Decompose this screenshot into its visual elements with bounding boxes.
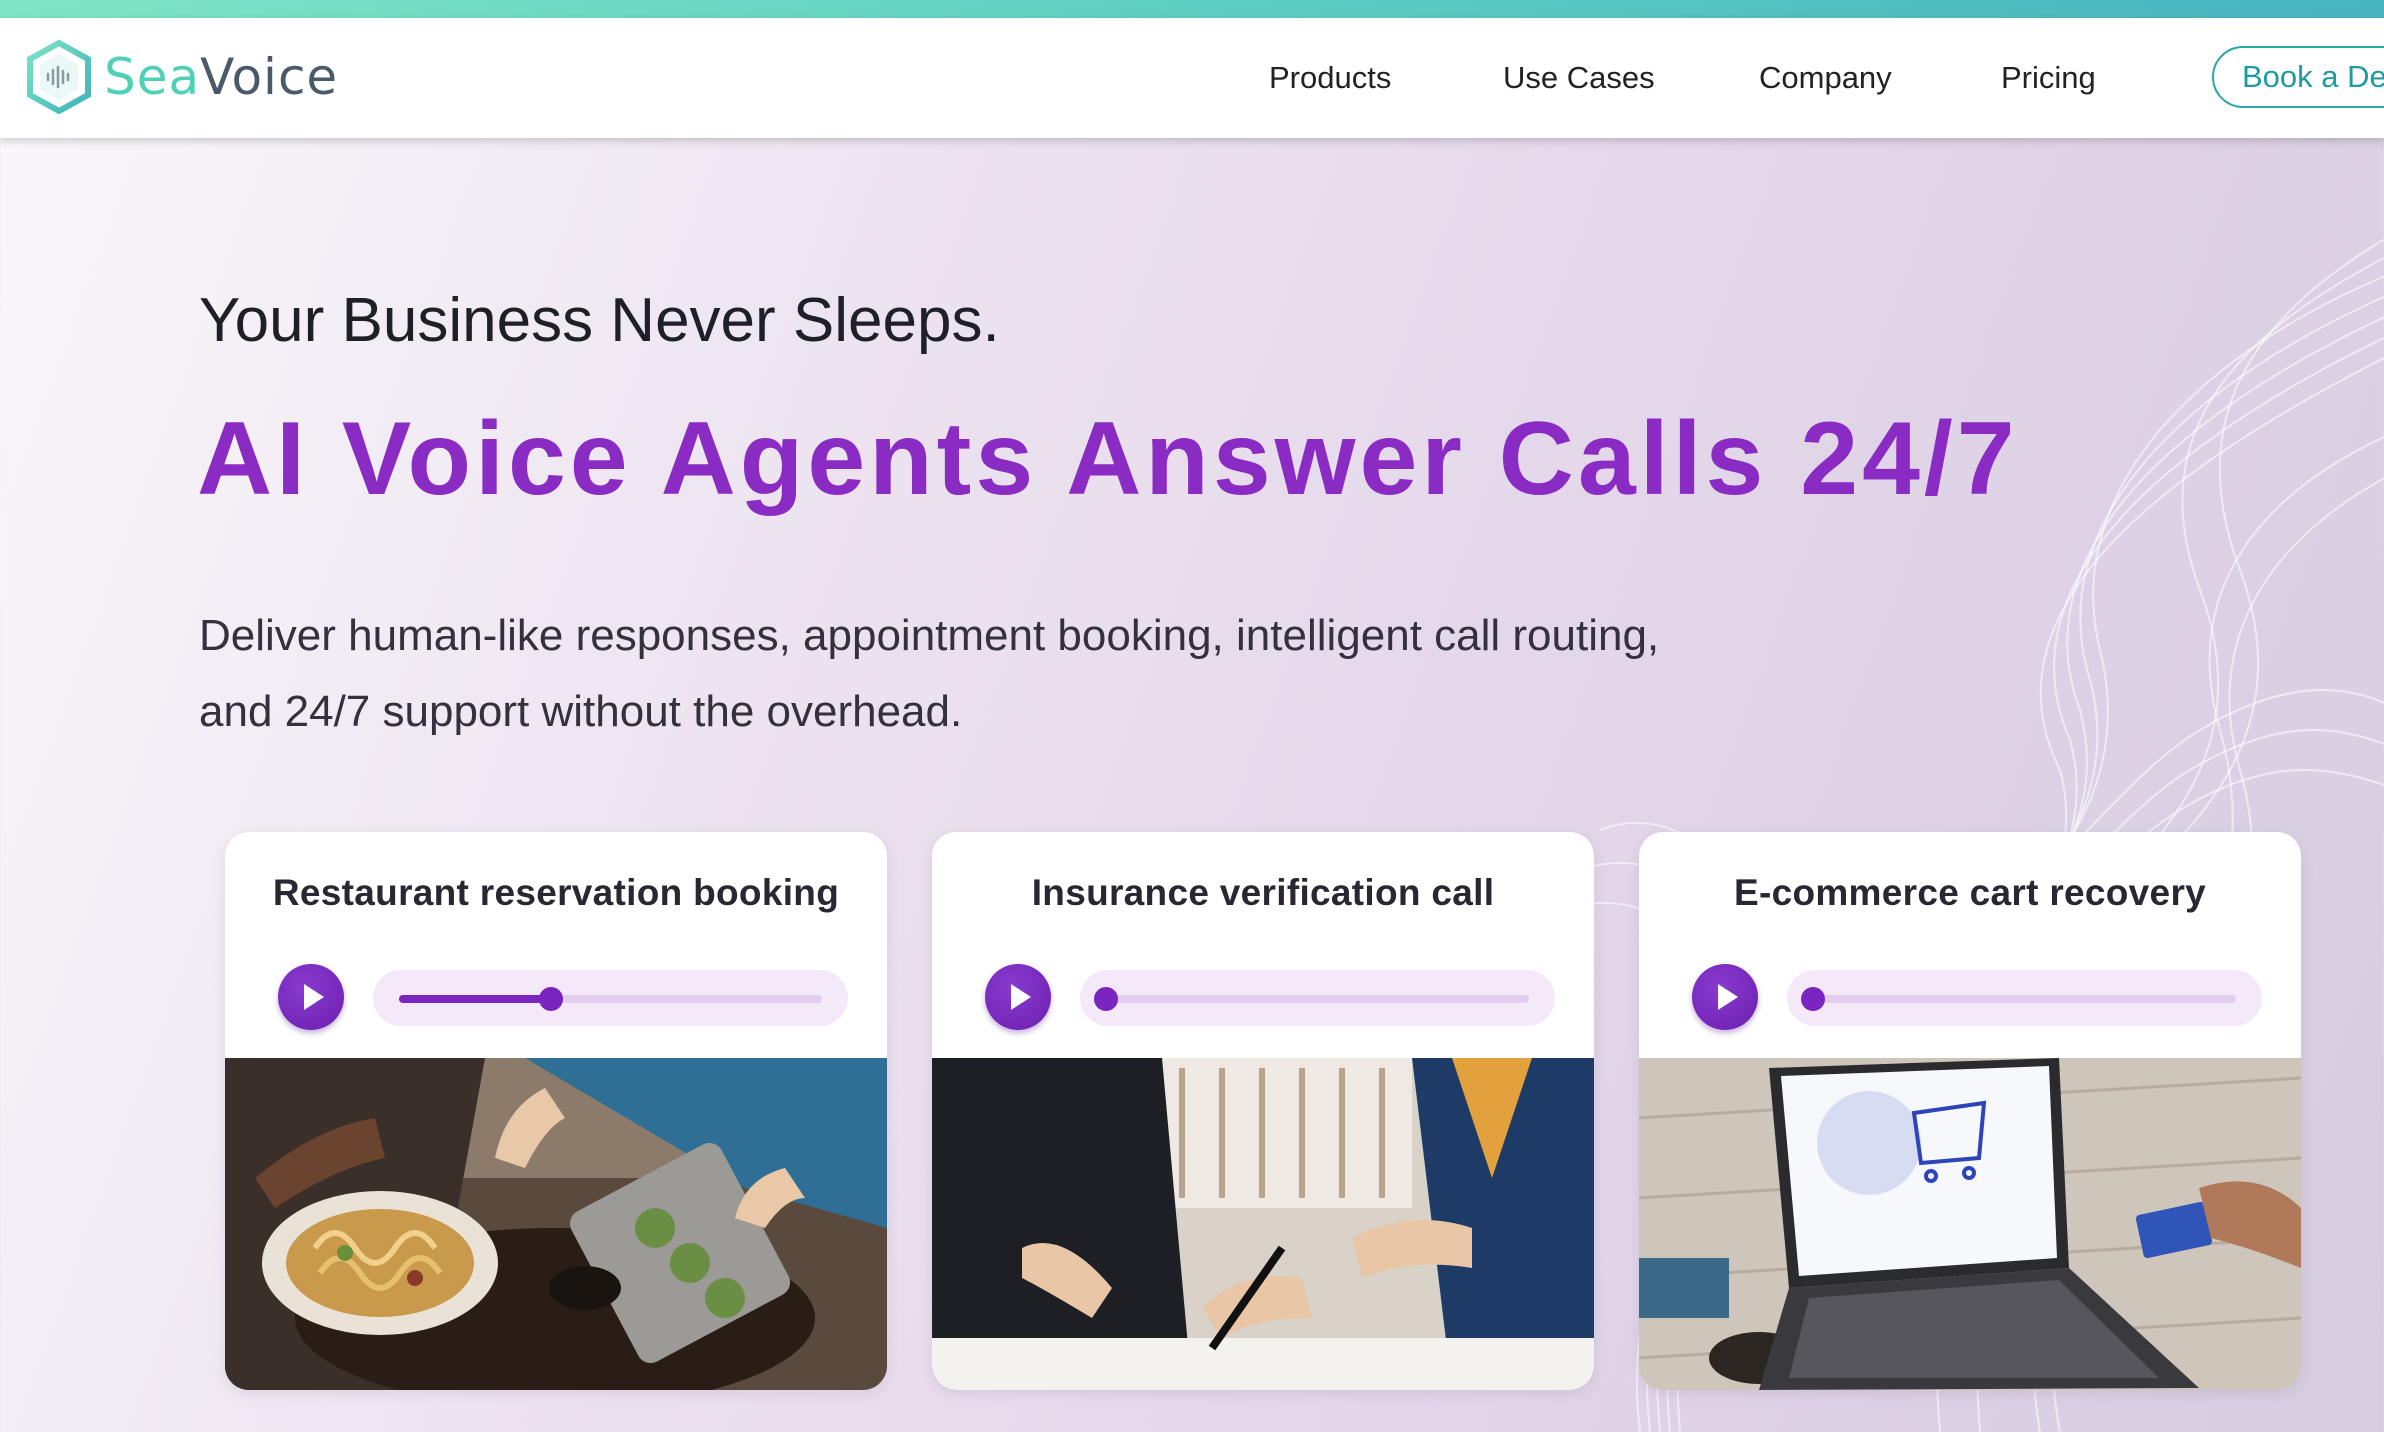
- demo-card-title: E-commerce cart recovery: [1733, 872, 2207, 913]
- brand-name: SeaVoice: [104, 48, 339, 106]
- demo-card-restaurant: Restaurant reservation booking: [225, 832, 887, 1390]
- play-button[interactable]: [985, 964, 1051, 1030]
- audio-progress-bar[interactable]: [1080, 970, 1555, 1026]
- play-button[interactable]: [278, 964, 344, 1030]
- top-accent-bar: [0, 0, 2384, 18]
- nav-item-use-cases[interactable]: Use Cases: [1503, 60, 1655, 96]
- laptop-shopping-photo: [1639, 1058, 2301, 1390]
- hero-description-line-2: and 24/7 support without the overhead.: [199, 687, 963, 736]
- hero-description: Deliver human-like responses, appointmen…: [199, 598, 1799, 750]
- demo-card-ecommerce: E-commerce cart recovery: [1639, 832, 2301, 1390]
- hero-headline: AI Voice Agents Answer Calls 24/7: [197, 401, 2019, 517]
- play-icon: [304, 984, 324, 1010]
- restaurant-dining-photo: [225, 1058, 887, 1390]
- logo[interactable]: SeaVoice: [26, 40, 338, 114]
- nav-item-company[interactable]: Company: [1759, 60, 1892, 96]
- audio-scrubber-handle[interactable]: [539, 987, 564, 1011]
- audio-progress-fill: [399, 995, 552, 1003]
- audio-progress-bar[interactable]: [1787, 970, 2262, 1026]
- seavoice-logo-icon: [27, 40, 91, 114]
- hero-eyebrow: Your Business Never Sleeps.: [199, 286, 1000, 355]
- audio-progress-bar[interactable]: [373, 970, 848, 1026]
- book-demo-button[interactable]: Book a Demo: [2212, 46, 2384, 108]
- play-button[interactable]: [1692, 964, 1758, 1030]
- document-signing-photo: [932, 1058, 1594, 1390]
- nav-item-pricing[interactable]: Pricing: [2001, 60, 2096, 96]
- demo-card-title: Restaurant reservation booking: [272, 872, 840, 913]
- play-icon: [1011, 984, 1031, 1010]
- audio-scrubber-handle[interactable]: [1801, 987, 1825, 1011]
- nav-item-products[interactable]: Products: [1269, 60, 1391, 96]
- play-icon: [1718, 984, 1738, 1010]
- hero-description-line-1: Deliver human-like responses, appointmen…: [199, 611, 1660, 660]
- site-header: SeaVoice Products Use Cases Company Pric…: [0, 18, 2384, 138]
- demo-card-insurance: Insurance verification call: [932, 832, 1594, 1390]
- audio-scrubber-handle[interactable]: [1094, 987, 1118, 1011]
- demo-card-title: Insurance verification call: [1031, 872, 1495, 913]
